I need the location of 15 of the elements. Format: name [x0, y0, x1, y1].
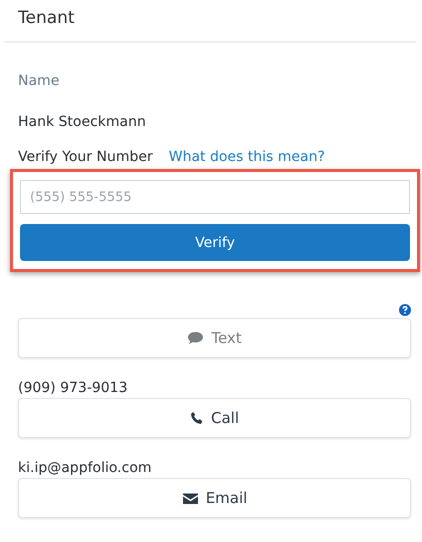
email-button[interactable]: Email — [18, 478, 411, 518]
call-button[interactable]: Call — [18, 398, 411, 438]
contact-detail: (909) 973-9013 — [18, 380, 128, 396]
contact-detail: ki.ip@appfolio.com — [18, 460, 152, 476]
phone-input[interactable]: (555) 555-5555 — [20, 180, 410, 214]
field-label: Name — [18, 73, 60, 89]
tenant-name: Hank Stoeckmann — [18, 114, 146, 130]
phone-icon — [190, 411, 204, 425]
help-link[interactable]: What does this mean? — [168, 149, 325, 165]
help-icon[interactable] — [399, 304, 411, 316]
verify-label: Verify Your Number — [18, 149, 153, 165]
section-title: Tenant — [18, 8, 75, 28]
envelope-icon — [182, 492, 199, 504]
verify-button[interactable]: Verify — [20, 224, 410, 261]
chat-bubble-icon — [187, 331, 204, 345]
